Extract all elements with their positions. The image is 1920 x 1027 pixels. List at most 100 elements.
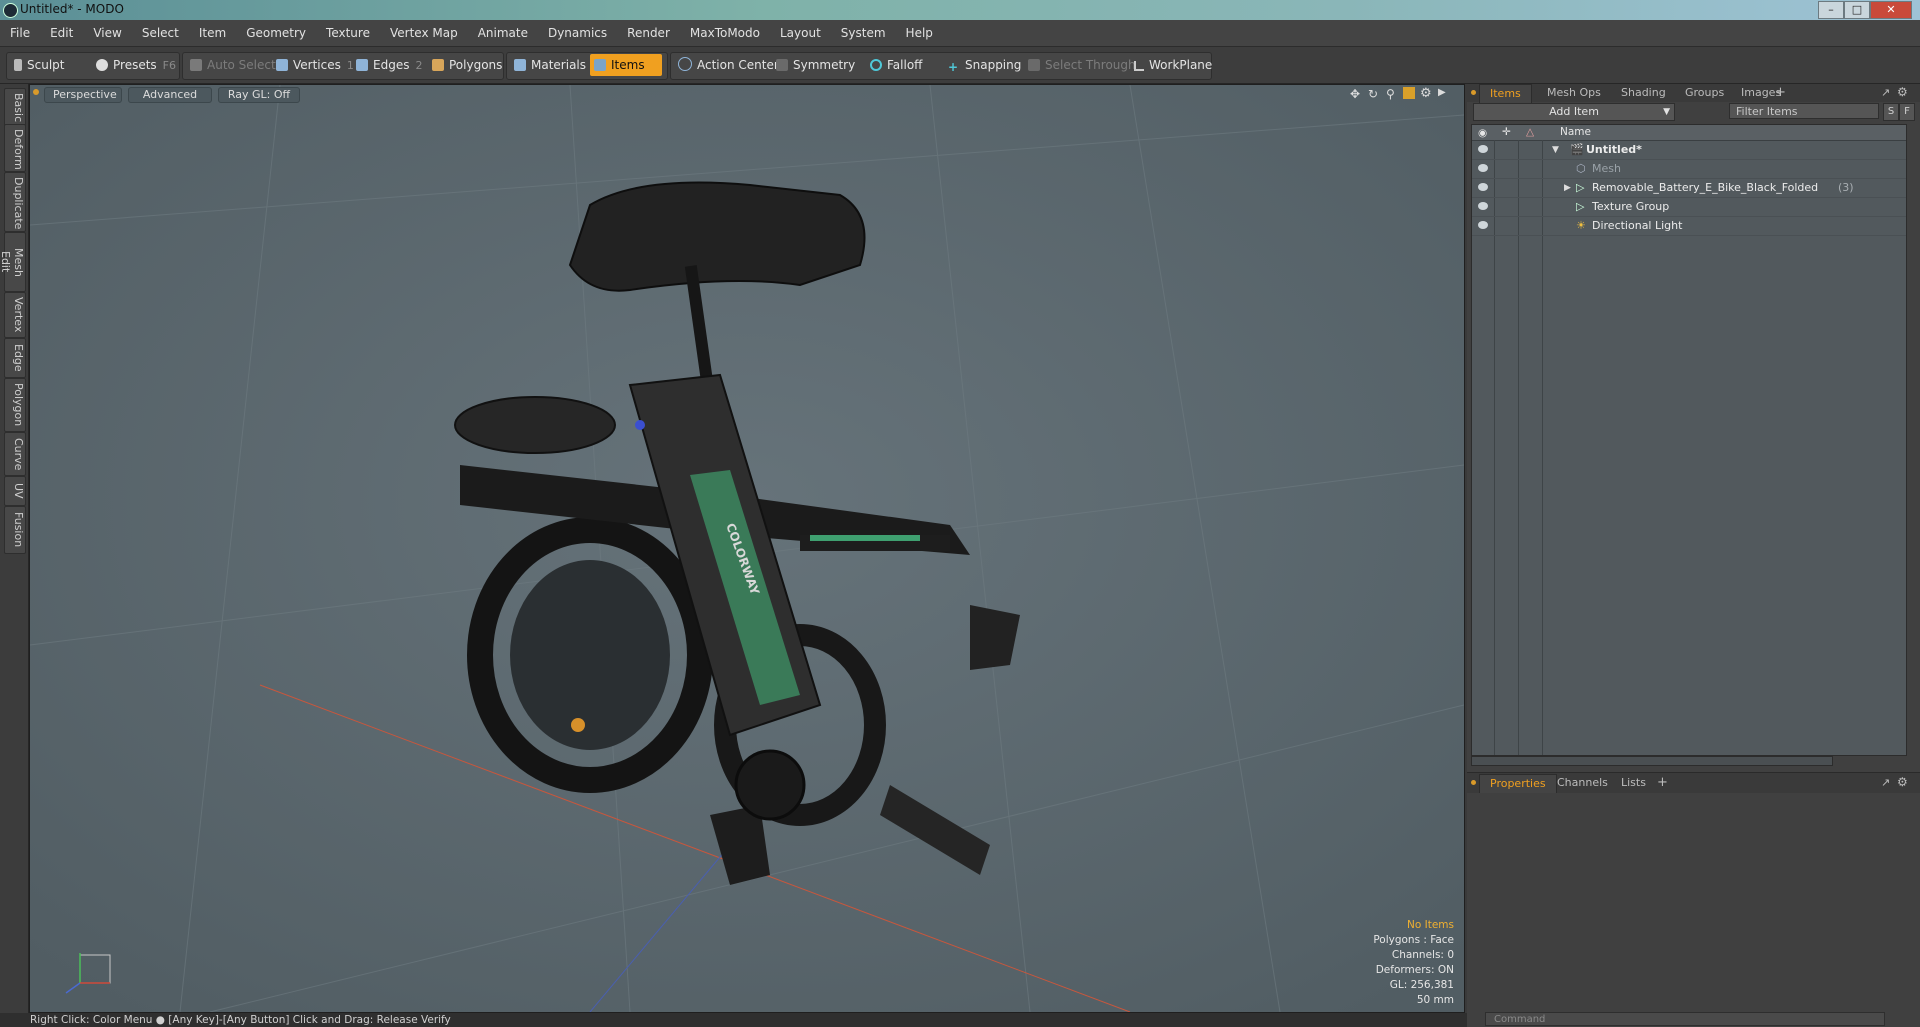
panel-expand-icon[interactable]: ↗ [1881,86,1890,99]
materials-icon [514,59,526,71]
minimize-button[interactable]: – [1818,1,1844,19]
tab-lists[interactable]: Lists [1611,774,1656,792]
filter-items-field[interactable]: Filter Items [1729,103,1879,119]
tab-duplicate[interactable]: Duplicate [4,172,26,232]
menu-maxtomodo[interactable]: MaxToModo [680,20,770,46]
menu-texture[interactable]: Texture [316,20,380,46]
viewport-expand-icon[interactable]: ▶ [1438,87,1446,98]
panel-menu-dot[interactable] [1471,90,1476,95]
visibility-eye-icon[interactable] [1478,145,1488,153]
panel-menu-dot[interactable] [1471,780,1476,785]
panel-gear-icon[interactable]: ⚙ [1897,775,1908,789]
tab-edge[interactable]: Edge [4,338,26,378]
menu-item[interactable]: Item [189,20,236,46]
edges-button[interactable]: Edges 2 [352,54,428,76]
panel-expand-icon[interactable]: ↗ [1881,776,1890,789]
workplane-button[interactable]: WorkPlane [1130,54,1218,76]
view-mode-dropdown[interactable]: Perspective [44,87,122,103]
add-tab-icon[interactable]: + [1775,85,1786,100]
panel-gear-icon[interactable]: ⚙ [1897,85,1908,99]
tab-mesh-edit[interactable]: Mesh Edit [0,232,26,292]
menu-view[interactable]: View [83,20,131,46]
tab-channels[interactable]: Channels [1547,774,1618,792]
s-filter-button[interactable]: S [1883,103,1899,121]
command-input[interactable]: Command [1485,1012,1885,1026]
deformers-stat: Deformers: ON [1375,964,1454,976]
menu-layout[interactable]: Layout [770,20,831,46]
tab-properties[interactable]: Properties [1479,774,1557,793]
viewport-menu-dot[interactable] [33,89,39,95]
tab-curve[interactable]: Curve [4,432,26,476]
item-row-untitled[interactable]: ▼ 🎬 Untitled* [1472,141,1906,160]
tab-vertex[interactable]: Vertex [4,292,26,338]
tab-uv[interactable]: UV [4,476,26,506]
select-through-label: Select Through [1045,58,1136,72]
menu-vertex-map[interactable]: Vertex Map [380,20,468,46]
presets-button[interactable]: Presets F6 [92,54,182,76]
zoom-view-icon[interactable]: ⚲ [1386,87,1395,101]
menu-render[interactable]: Render [617,20,680,46]
name-column-header[interactable]: Name [1560,126,1591,138]
menu-help[interactable]: Help [896,20,943,46]
select-through-button[interactable]: Select Through [1024,54,1142,76]
3d-viewport[interactable]: COLORWAY Perspective Advanced Ray GL: Of… [29,84,1465,1013]
auto-select-button[interactable]: Auto Select [186,54,282,76]
viewport-options-gear-icon[interactable]: ⚙ [1420,86,1432,101]
sculpt-button[interactable]: Sculpt [10,54,70,76]
falloff-button[interactable]: Falloff [866,54,928,76]
visibility-eye-icon[interactable] [1478,221,1488,229]
add-tab-icon[interactable]: + [1657,775,1668,790]
tab-groups[interactable]: Groups [1675,84,1734,102]
fit-view-icon[interactable] [1403,87,1415,99]
items-label: Items [611,58,645,72]
items-mode-button[interactable]: Items [590,54,662,76]
item-name: Texture Group [1592,200,1670,213]
item-row-directional-light[interactable]: ☀ Directional Light [1472,217,1906,236]
tab-deform[interactable]: Deform [4,124,26,172]
menu-edit[interactable]: Edit [40,20,83,46]
shading-dropdown[interactable]: Advanced [128,87,212,103]
tab-mesh-ops[interactable]: Mesh Ops [1537,84,1611,102]
menu-system[interactable]: System [831,20,896,46]
visibility-eye-icon[interactable] [1478,164,1488,172]
raygl-toggle[interactable]: Ray GL: Off [218,87,300,103]
item-row-texture-group[interactable]: ▷ Texture Group [1472,198,1906,217]
tab-shading[interactable]: Shading [1611,84,1676,102]
menu-file[interactable]: File [0,20,40,46]
action-center-button[interactable]: Action Center [674,54,785,76]
edges-shortcut: 2 [415,59,423,72]
vertices-button[interactable]: Vertices 1 [272,54,360,76]
gl-stat: GL: 256,381 [1389,979,1454,991]
close-button[interactable]: ✕ [1870,1,1912,19]
viewport-header: Perspective Advanced Ray GL: Off ✥ ↻ ⚲ ⚙… [30,85,1464,103]
rotate-view-icon[interactable]: ↻ [1368,87,1378,101]
menu-geometry[interactable]: Geometry [236,20,316,46]
menu-dynamics[interactable]: Dynamics [538,20,617,46]
menu-select[interactable]: Select [132,20,189,46]
symmetry-button[interactable]: Symmetry [772,54,861,76]
visibility-eye-icon[interactable] [1478,183,1488,191]
materials-button[interactable]: Materials [510,54,592,76]
channels-stat: Channels: 0 [1391,949,1454,961]
item-list-header: ◉ ✛ △ Name [1472,125,1906,141]
tab-polygon[interactable]: Polygon [4,378,26,432]
item-row-mesh[interactable]: ⬡ Mesh [1472,160,1906,179]
maximize-button[interactable]: □ [1844,1,1870,19]
properties-tabbar: Properties Channels Lists + ↗ ⚙ [1467,772,1920,793]
tab-fusion[interactable]: Fusion [4,506,26,554]
item-list-scrollbar[interactable] [1471,756,1833,766]
item-row-removable-battery[interactable]: ▶ ▷ Removable_Battery_E_Bike_Black_Folde… [1472,179,1906,198]
main-toolbar: Sculpt Presets F6 Auto Select Vertices 1 E… [0,47,1920,84]
visibility-eye-icon[interactable] [1478,202,1488,210]
polygons-button[interactable]: Polygons [428,54,508,76]
expand-arrow-icon[interactable]: ▶ [1564,179,1571,197]
collapse-arrow-icon[interactable]: ▼ [1552,141,1559,159]
move-view-icon[interactable]: ✥ [1350,87,1360,101]
menu-animate[interactable]: Animate [468,20,538,46]
add-item-button[interactable]: Add Item ▼ [1473,103,1675,121]
snapping-button[interactable]: + Snapping [944,54,1027,76]
f-filter-button[interactable]: F [1899,103,1915,121]
item-name: Mesh [1592,162,1621,175]
tab-items[interactable]: Items [1479,84,1532,103]
tab-basic[interactable]: Basic [4,88,26,126]
